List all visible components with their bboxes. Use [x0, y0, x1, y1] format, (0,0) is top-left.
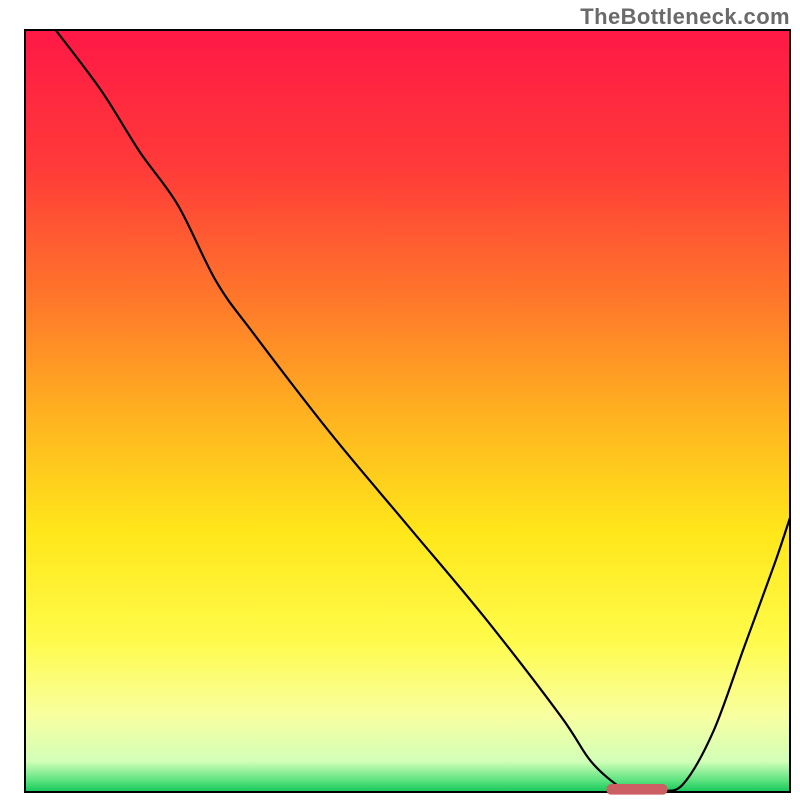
- optimal-marker: [606, 784, 667, 795]
- chart-background: [25, 30, 790, 792]
- bottleneck-chart: [0, 0, 800, 800]
- watermark-text: TheBottleneck.com: [580, 4, 790, 30]
- chart-container: TheBottleneck.com: [0, 0, 800, 800]
